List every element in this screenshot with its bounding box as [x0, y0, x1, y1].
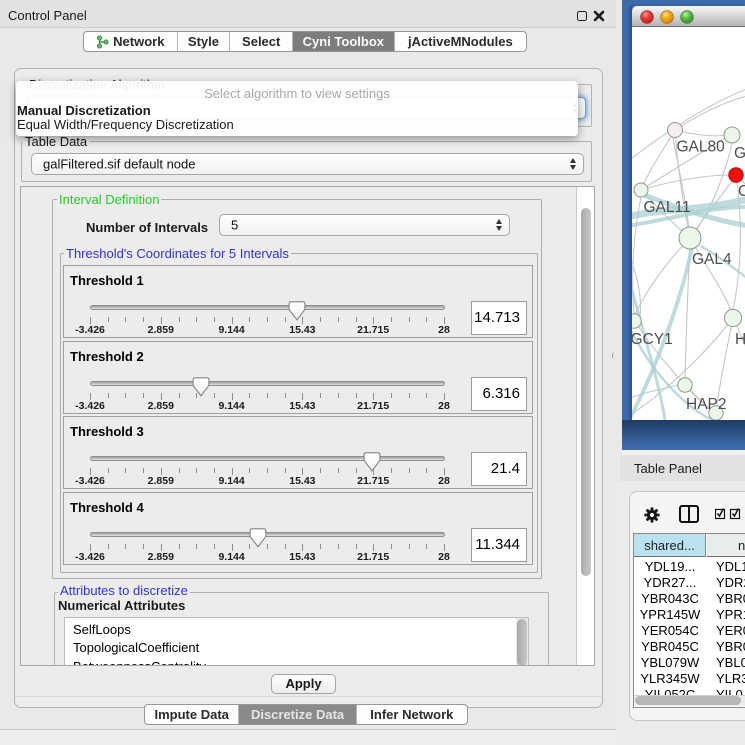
svg-text:GCY1: GCY1 [632, 331, 673, 348]
svg-text:HAP2: HAP2 [686, 396, 727, 413]
svg-text:GAL80: GAL80 [677, 139, 726, 156]
svg-text:HIS: HIS [735, 331, 745, 348]
svg-text:C: C [738, 183, 745, 200]
svg-text:GAL11: GAL11 [644, 199, 691, 216]
svg-text:GA: GA [734, 145, 745, 162]
svg-text:GAL4: GAL4 [692, 251, 732, 268]
